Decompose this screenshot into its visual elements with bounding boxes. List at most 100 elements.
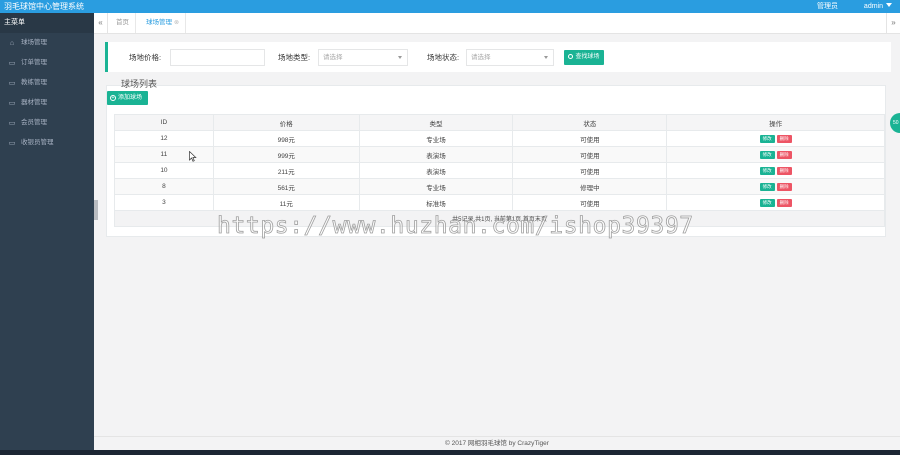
delete-button[interactable]: 删除 (776, 166, 792, 175)
cell-price: 11元 (212, 194, 360, 211)
sidebar-item-label: 收银员管理 (21, 139, 54, 146)
bottom-strip (0, 450, 900, 455)
cell-id: 10 (114, 162, 214, 179)
floating-badge[interactable]: 50 (890, 113, 900, 133)
top-bar: 羽毛球馆中心管理系统 管理员 admin (0, 0, 900, 13)
cell-status: 可使用 (512, 162, 668, 179)
cell-price: 998元 (212, 130, 360, 147)
document-icon: ▭ (8, 99, 16, 107)
cell-status: 可使用 (512, 146, 668, 163)
column-header-id: ID (114, 114, 214, 131)
watermark-text: https://www.huzhan.com/ishop39397 (217, 213, 694, 240)
search-button-label: 查找球场 (575, 54, 600, 60)
user-name: admin (863, 3, 883, 10)
admin-menu[interactable]: 管理员 (817, 2, 838, 11)
cell-price: 561元 (212, 178, 360, 195)
court-table: ID 价格 类型 状态 操作 12 998元 专业场 可使用 修改 删除 11 9… (114, 114, 885, 227)
sidebar-item-label: 教练管理 (21, 79, 47, 86)
status-select[interactable]: 请选择 (466, 49, 554, 66)
cell-actions: 修改 删除 (666, 194, 885, 211)
cell-id: 11 (114, 146, 214, 163)
table-row: 3 11元 标准场 可使用 修改 删除 (114, 194, 885, 211)
edit-button[interactable]: 修改 (759, 198, 775, 207)
add-court-label: 添加球场 (118, 95, 143, 101)
close-icon[interactable]: ⊗ (174, 20, 179, 26)
search-icon (568, 54, 574, 59)
tab-label: 球场管理 (146, 19, 172, 26)
sidebar-item-equipment[interactable]: ▭ 器材管理 (0, 93, 94, 113)
status-label: 场地状态: (427, 53, 460, 62)
filter-panel: 场地价格: 场地类型: 请选择 场地状态: 请选择 查找球场 (105, 42, 891, 72)
tab-home[interactable]: 首页 (110, 13, 136, 33)
cell-type: 专业场 (358, 178, 514, 195)
tabs-scroll-left-button[interactable]: « (94, 13, 108, 33)
app-title: 羽毛球馆中心管理系统 (4, 2, 84, 11)
type-select[interactable]: 请选择 (318, 49, 408, 66)
table-row: 10 211元 表演场 可使用 修改 删除 (114, 162, 885, 179)
user-menu[interactable]: admin (864, 2, 892, 11)
edit-button[interactable]: 修改 (759, 182, 775, 191)
cell-id: 8 (114, 178, 214, 195)
document-icon: ▭ (8, 79, 16, 87)
type-select-placeholder: 请选择 (323, 54, 343, 61)
sidebar: 主菜单 ⌂ 球场管理 ▭ 订单管理 ▭ 教练管理 ▭ 器材管理 ▭ 会员管理 ▭… (0, 13, 94, 450)
list-title: 球场列表 (121, 79, 158, 89)
cell-id: 12 (114, 130, 214, 147)
sidebar-item-label: 会员管理 (21, 119, 47, 126)
edit-button[interactable]: 修改 (759, 150, 775, 159)
cell-status: 修理中 (512, 178, 668, 195)
search-button[interactable]: 查找球场 (564, 50, 604, 65)
table-row: 8 561元 专业场 修理中 修改 删除 (114, 178, 885, 195)
sidebar-item-court[interactable]: ⌂ 球场管理 (0, 33, 94, 53)
delete-button[interactable]: 删除 (776, 198, 792, 207)
document-icon: ▭ (8, 139, 16, 147)
sidebar-item-cashiers[interactable]: ▭ 收银员管理 (0, 133, 94, 153)
add-court-button[interactable]: + 添加球场 (107, 91, 148, 105)
column-header-type: 类型 (358, 114, 514, 131)
home-icon: ⌂ (9, 39, 15, 47)
delete-button[interactable]: 删除 (776, 150, 792, 159)
table-header-row: ID 价格 类型 状态 操作 (114, 114, 885, 131)
cell-actions: 修改 删除 (666, 162, 885, 179)
sidebar-item-label: 订单管理 (21, 59, 47, 66)
price-input[interactable] (170, 49, 265, 66)
edit-button[interactable]: 修改 (759, 166, 775, 175)
cell-type: 标准场 (358, 194, 514, 211)
mouse-pointer-icon (189, 151, 197, 162)
cell-status: 可使用 (512, 130, 668, 147)
plus-icon: + (110, 95, 116, 101)
chevron-down-icon (544, 56, 548, 59)
cell-id: 3 (114, 194, 214, 211)
tab-court-management[interactable]: 球场管理 ⊗ (140, 13, 187, 33)
chevron-down-icon (886, 3, 892, 7)
chevron-down-icon (398, 56, 402, 59)
cell-actions: 修改 删除 (666, 178, 885, 195)
sidebar-item-members[interactable]: ▭ 会员管理 (0, 113, 94, 133)
tabs-bar: « 首页 球场管理 ⊗ » (94, 13, 900, 34)
column-header-actions: 操作 (666, 114, 885, 131)
status-select-placeholder: 请选择 (471, 54, 491, 61)
delete-button[interactable]: 删除 (776, 182, 792, 191)
delete-button[interactable]: 删除 (776, 134, 792, 143)
document-icon: ▭ (8, 119, 16, 127)
sidebar-item-orders[interactable]: ▭ 订单管理 (0, 53, 94, 73)
type-label: 场地类型: (278, 53, 311, 62)
cell-type: 专业场 (358, 130, 514, 147)
cell-actions: 修改 删除 (666, 130, 885, 147)
document-icon: ▭ (8, 59, 16, 67)
edit-button[interactable]: 修改 (759, 134, 775, 143)
cell-type: 表演场 (358, 162, 514, 179)
cell-status: 可使用 (512, 194, 668, 211)
price-label: 场地价格: (129, 53, 162, 62)
cell-actions: 修改 删除 (666, 146, 885, 163)
cell-price: 211元 (212, 162, 360, 179)
tabs-scroll-right-button[interactable]: » (886, 13, 900, 33)
cell-price: 999元 (212, 146, 360, 163)
sidebar-item-label: 器材管理 (21, 99, 47, 106)
column-header-price: 价格 (212, 114, 360, 131)
sidebar-item-coaches[interactable]: ▭ 教练管理 (0, 73, 94, 93)
sidebar-heading: 主菜单 (0, 13, 94, 33)
table-row: 11 999元 表演场 可使用 修改 删除 (114, 146, 885, 163)
footer: © 2017 网相羽毛球馆 by CrazyTiger (94, 436, 900, 450)
sidebar-collapse-handle[interactable] (94, 200, 98, 220)
